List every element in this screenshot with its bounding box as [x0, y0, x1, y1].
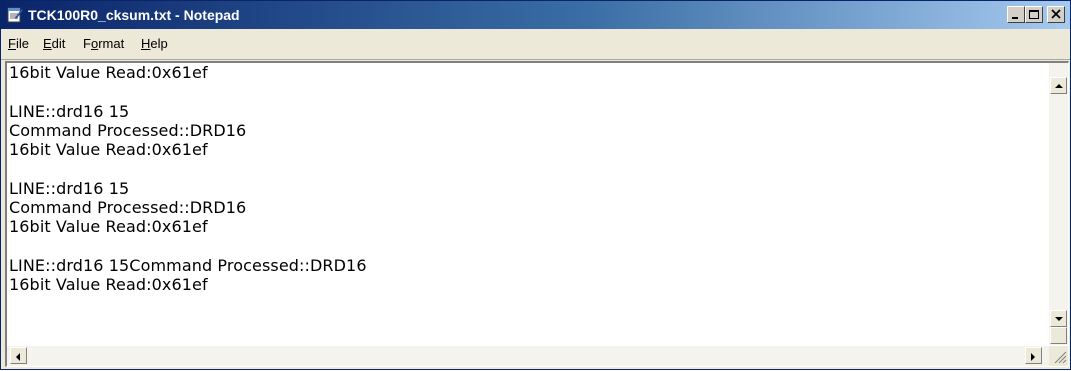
close-button[interactable] [1047, 6, 1065, 23]
notepad-icon[interactable] [6, 6, 24, 23]
scroll-left-button[interactable] [10, 347, 27, 364]
menu-file[interactable]: File [8, 35, 29, 53]
menu-format[interactable]: Format [83, 35, 124, 53]
maximize-icon [1029, 10, 1039, 19]
vertical-scrollbar[interactable] [1049, 63, 1068, 345]
menu-help[interactable]: Help [141, 35, 168, 53]
minimize-icon [1012, 17, 1018, 19]
arrow-left-icon [16, 353, 20, 361]
close-icon [1051, 9, 1061, 19]
notepad-window: TCK100R0_cksum.txt - Notepad File Edit F… [0, 0, 1071, 370]
minimize-button[interactable] [1007, 6, 1025, 23]
scroll-down-button[interactable] [1050, 310, 1067, 327]
scroll-thumb[interactable] [1050, 327, 1067, 344]
menu-bar: File Edit Format Help [1, 29, 1070, 60]
menu-file-accel: F [8, 36, 16, 51]
text-editor[interactable]: 16bit Value Read:0x61ef LINE::drd16 15 C… [5, 61, 1069, 367]
menu-file-rest: ile [15, 36, 29, 51]
size-grip-icon [1054, 351, 1067, 364]
menu-help-accel: H [141, 36, 151, 51]
document-text[interactable]: 16bit Value Read:0x61ef LINE::drd16 15 C… [9, 63, 1039, 341]
menu-help-rest: elp [150, 36, 168, 51]
title-bar[interactable]: TCK100R0_cksum.txt - Notepad [1, 1, 1070, 29]
maximize-button[interactable] [1025, 6, 1043, 23]
scroll-up-button[interactable] [1050, 77, 1067, 94]
menu-edit-rest: dit [51, 36, 66, 51]
arrow-down-icon [1055, 317, 1063, 321]
window-title: TCK100R0_cksum.txt - Notepad [28, 7, 240, 23]
menu-edit[interactable]: Edit [43, 35, 65, 53]
horizontal-scrollbar[interactable] [7, 346, 1049, 366]
scroll-right-button[interactable] [1025, 347, 1042, 364]
menu-format-pre: F [83, 36, 91, 51]
menu-edit-accel: E [43, 36, 52, 51]
size-grip[interactable] [1049, 346, 1068, 366]
arrow-up-icon [1055, 84, 1063, 88]
arrow-right-icon [1031, 353, 1035, 361]
menu-format-rest: rmat [98, 36, 125, 51]
